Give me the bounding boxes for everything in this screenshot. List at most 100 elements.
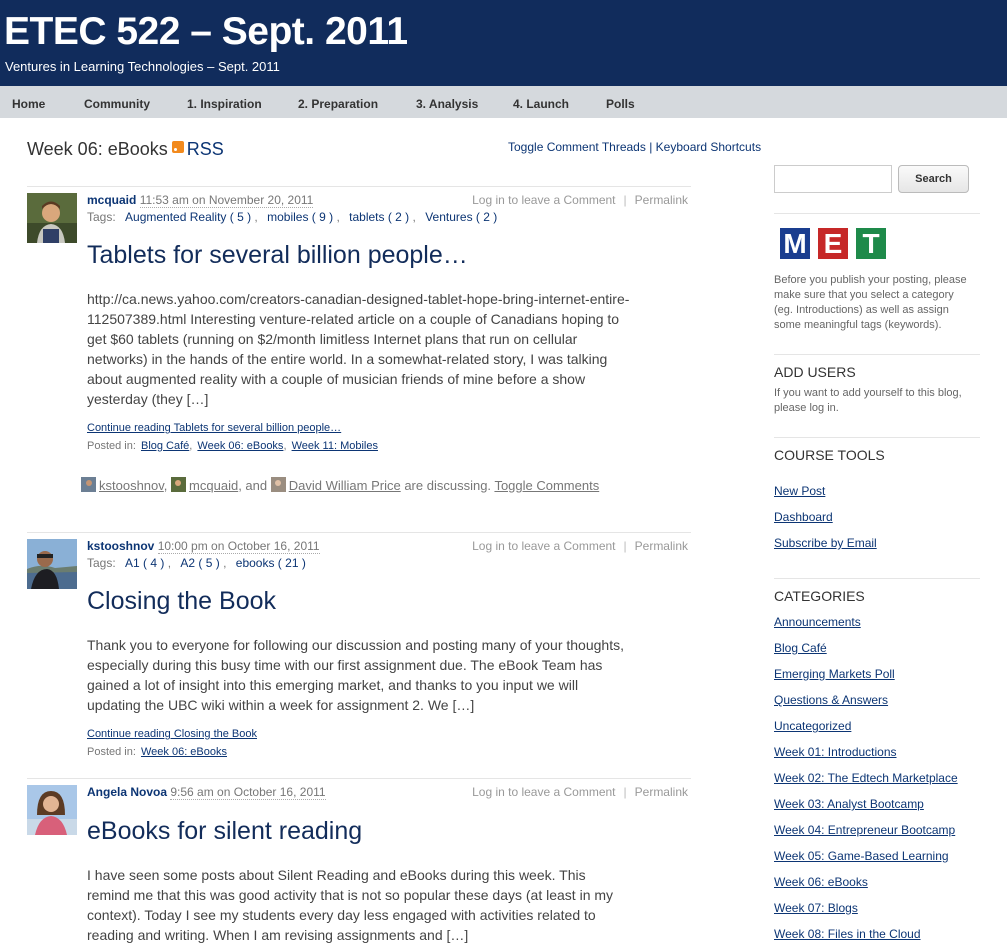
post-tablets: mcquaid 11:53 am on November 20, 2011 Lo… xyxy=(27,186,691,526)
posted-in: Posted in: Blog Café, Week 06: eBooks, W… xyxy=(87,440,378,452)
participant-link[interactable]: mcquaid xyxy=(189,478,238,493)
new-post-link[interactable]: New Post xyxy=(774,484,825,498)
category-link[interactable]: Week 06: eBooks xyxy=(197,440,283,452)
category-questions-answers[interactable]: Questions & Answers xyxy=(774,693,888,707)
post-author[interactable]: mcquaid xyxy=(87,193,136,207)
posted-in-label: Posted in: xyxy=(87,746,136,758)
tag-link[interactable]: Augmented Reality ( 5 ) xyxy=(125,210,251,224)
category-uncategorized[interactable]: Uncategorized xyxy=(774,719,851,733)
post-author[interactable]: Angela Novoa xyxy=(87,785,167,799)
main-nav: Home Community 1. Inspiration 2. Prepara… xyxy=(0,86,1007,118)
tag-link[interactable]: A2 ( 5 ) xyxy=(180,556,219,570)
category-emerging-markets-poll[interactable]: Emerging Markets Poll xyxy=(774,667,895,681)
leave-comment-link[interactable]: Log in to leave a Comment xyxy=(472,193,615,207)
category-week-04[interactable]: Week 04: Entrepreneur Bootcamp xyxy=(774,823,955,837)
author-avatar[interactable] xyxy=(27,539,77,589)
dashboard-link[interactable]: Dashboard xyxy=(774,510,833,524)
participant-link[interactable]: David William Price xyxy=(289,478,401,493)
keyboard-shortcuts-link[interactable]: Keyboard Shortcuts xyxy=(656,140,761,154)
leave-comment-link[interactable]: Log in to leave a Comment xyxy=(472,785,615,799)
toggle-comment-threads-link[interactable]: Toggle Comment Threads xyxy=(508,140,646,154)
toggle-comments-link[interactable]: Toggle Comments xyxy=(494,478,599,493)
category-link[interactable]: Week 06: eBooks xyxy=(141,746,227,758)
participant-avatar xyxy=(81,477,96,492)
sidebar-divider xyxy=(774,578,980,579)
post-title[interactable]: eBooks for silent reading xyxy=(87,817,362,846)
site-header: ETEC 522 – Sept. 2011 Ventures in Learni… xyxy=(0,0,1007,86)
category-week-08[interactable]: Week 08: Files in the Cloud xyxy=(774,927,921,941)
subscribe-by-email-link[interactable]: Subscribe by Email xyxy=(774,536,877,550)
search-input[interactable] xyxy=(774,165,892,193)
add-users-heading: ADD USERS xyxy=(774,364,856,380)
site-title[interactable]: ETEC 522 – Sept. 2011 xyxy=(4,10,408,54)
tag-link[interactable]: ebooks ( 21 ) xyxy=(236,556,306,570)
post-time[interactable]: 9:56 am on October 16, 2011 xyxy=(170,785,326,800)
category-week-02[interactable]: Week 02: The Edtech Marketplace xyxy=(774,771,958,785)
tag-link[interactable]: mobiles ( 9 ) xyxy=(267,210,333,224)
participant-avatar xyxy=(270,477,286,492)
post-title[interactable]: Tablets for several billion people… xyxy=(87,241,468,270)
tags-label: Tags: xyxy=(87,210,116,224)
continue-reading-link[interactable]: Continue reading Tablets for several bil… xyxy=(87,422,341,434)
nav-home[interactable]: Home xyxy=(12,86,45,118)
post-excerpt: I have seen some posts about Silent Read… xyxy=(87,867,614,943)
logo-letter: E xyxy=(818,228,848,259)
tag-link[interactable]: A1 ( 4 ) xyxy=(125,556,164,570)
post-closing-the-book: kstooshnov 10:00 pm on October 16, 2011 … xyxy=(27,532,691,772)
add-users-text: If you want to add yourself to this blog… xyxy=(774,387,962,414)
category-week-01[interactable]: Week 01: Introductions xyxy=(774,745,897,759)
leave-comment-link[interactable]: Log in to leave a Comment xyxy=(472,539,615,553)
discussing-comma: , xyxy=(163,478,168,493)
actions-separator: | xyxy=(623,785,627,799)
post-time[interactable]: 10:00 pm on October 16, 2011 xyxy=(157,539,320,554)
page-heading-text: Week 06: eBooks xyxy=(27,139,168,159)
author-avatar[interactable] xyxy=(27,193,77,243)
post-title[interactable]: Closing the Book xyxy=(87,587,276,616)
actions-separator: | xyxy=(623,539,627,553)
nav-analysis[interactable]: 3. Analysis xyxy=(416,86,478,118)
rss-link[interactable]: RSS xyxy=(187,139,224,159)
site-description: Ventures in Learning Technologies – Sept… xyxy=(5,59,280,74)
permalink-link[interactable]: Permalink xyxy=(635,539,688,553)
post-ebooks-silent-reading: Angela Novoa 9:56 am on October 16, 2011… xyxy=(27,778,691,943)
category-week-03[interactable]: Week 03: Analyst Bootcamp xyxy=(774,797,924,811)
search-button[interactable]: Search xyxy=(898,165,969,193)
category-week-05[interactable]: Week 05: Game-Based Learning xyxy=(774,849,949,863)
category-blog-cafe[interactable]: Blog Café xyxy=(774,641,827,655)
permalink-link[interactable]: Permalink xyxy=(635,193,688,207)
post-meta: Angela Novoa 9:56 am on October 16, 2011 xyxy=(87,785,326,800)
continue-reading-link[interactable]: Continue reading Closing the Book xyxy=(87,728,257,740)
category-week-06[interactable]: Week 06: eBooks xyxy=(774,875,868,889)
author-avatar[interactable] xyxy=(27,785,77,835)
category-link[interactable]: Week 11: Mobiles xyxy=(292,440,378,452)
nav-preparation[interactable]: 2. Preparation xyxy=(298,86,378,118)
tag-link[interactable]: Ventures ( 2 ) xyxy=(425,210,497,224)
category-announcements[interactable]: Announcements xyxy=(774,615,861,629)
discussing-and: , and xyxy=(238,478,268,493)
nav-launch[interactable]: 4. Launch xyxy=(513,86,569,118)
sidebar-divider xyxy=(774,213,980,214)
sidebar-divider xyxy=(774,354,980,355)
post-time[interactable]: 11:53 am on November 20, 2011 xyxy=(139,193,314,208)
nav-inspiration[interactable]: 1. Inspiration xyxy=(187,86,262,118)
participant-link[interactable]: kstooshnov xyxy=(99,478,164,493)
page-title: Week 06: eBooks RSS xyxy=(27,139,224,160)
post-actions: Log in to leave a Comment | Permalink xyxy=(472,539,688,553)
category-link[interactable]: Blog Café xyxy=(141,440,189,452)
course-tools-heading: COURSE TOOLS xyxy=(774,447,885,463)
nav-polls[interactable]: Polls xyxy=(606,86,635,118)
nav-community[interactable]: Community xyxy=(84,86,150,118)
category-week-07[interactable]: Week 07: Blogs xyxy=(774,901,858,915)
participant-avatar xyxy=(171,477,187,492)
actions-separator: | xyxy=(623,193,627,207)
logo-letter: M xyxy=(780,228,810,259)
post-author[interactable]: kstooshnov xyxy=(87,539,154,553)
permalink-link[interactable]: Permalink xyxy=(635,785,688,799)
post-excerpt: http://ca.news.yahoo.com/creators-canadi… xyxy=(87,291,630,407)
sidebar-divider xyxy=(774,437,980,438)
rss-icon[interactable] xyxy=(171,141,184,153)
tag-link[interactable]: tablets ( 2 ) xyxy=(349,210,409,224)
discussing-suffix: are discussing. xyxy=(404,478,492,493)
posted-in: Posted in: Week 06: eBooks xyxy=(87,746,227,758)
logo-letter: T xyxy=(856,228,886,259)
